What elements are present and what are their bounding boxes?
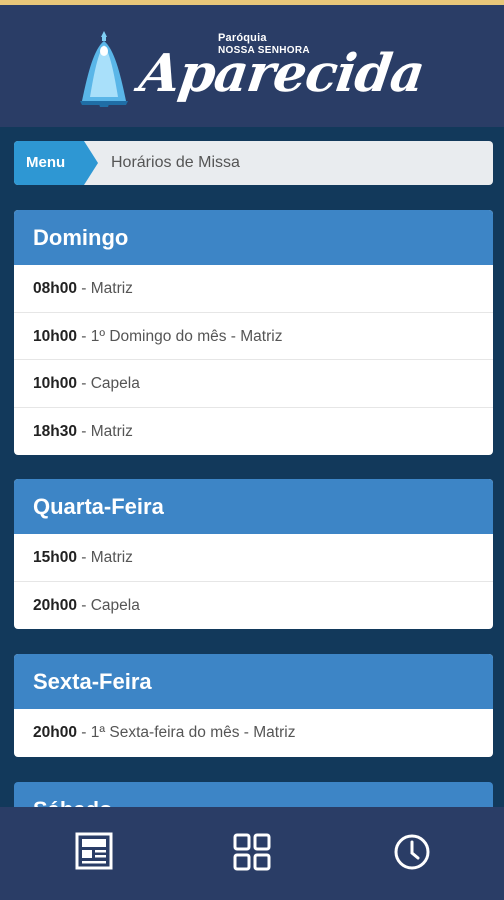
schedule-card-quarta: Quarta-Feira 15h00 - Matriz 20h00 - Cape…	[14, 479, 493, 629]
mass-time: 15h00	[33, 549, 77, 566]
main-content[interactable]: Menu Horários de Missa Domingo 08h00 - M…	[0, 127, 504, 807]
card-title: Sexta-Feira	[14, 654, 493, 709]
card-title: Sábado	[14, 782, 493, 807]
clock-icon[interactable]	[387, 827, 437, 877]
mass-location: - Matriz	[76, 422, 133, 440]
breadcrumb-arrow	[84, 141, 98, 185]
mass-time: 18h30	[33, 422, 77, 440]
logo-aparecida-text: Aparecida	[135, 43, 428, 104]
mass-location: - Capela	[76, 596, 140, 614]
schedule-card-sexta: Sexta-Feira 20h00 - 1ª Sexta-feira do mê…	[14, 654, 493, 757]
card-title: Quarta-Feira	[14, 479, 493, 534]
mass-time: 20h00	[33, 724, 77, 741]
app-header: Paróquia NOSSA SENHORA Aparecida	[0, 5, 504, 127]
breadcrumb: Menu Horários de Missa	[14, 141, 493, 185]
card-title: Domingo	[14, 210, 493, 265]
grid-icon[interactable]	[227, 827, 277, 877]
mass-time: 20h00	[33, 596, 77, 614]
list-item: 08h00 - Matriz	[14, 265, 493, 313]
our-lady-figure-icon	[76, 27, 132, 109]
mass-location: - 1ª Sexta-feira do mês - Matriz	[76, 724, 296, 741]
mass-location: - Matriz	[76, 280, 133, 297]
list-item: 10h00 - 1º Domingo do mês - Matriz	[14, 313, 493, 360]
list-item: 15h00 - Matriz	[14, 534, 493, 582]
list-item: 20h00 - 1ª Sexta-feira do mês - Matriz	[14, 709, 493, 757]
list-item: 10h00 - Capela	[14, 360, 493, 408]
schedule-card-sabado: Sábado	[14, 782, 493, 807]
mass-time: 08h00	[33, 280, 77, 297]
mass-time: 10h00	[33, 327, 77, 345]
breadcrumb-current-page: Horários de Missa	[111, 154, 240, 171]
mass-location: - 1º Domingo do mês - Matriz	[76, 327, 283, 345]
mass-location: - Capela	[76, 375, 140, 392]
bottom-navigation	[0, 807, 504, 900]
list-item: 20h00 - Capela	[14, 582, 493, 630]
breadcrumb-menu-link[interactable]: Menu	[14, 141, 84, 185]
mass-time: 10h00	[33, 375, 77, 392]
list-item: 18h30 - Matriz	[14, 408, 493, 456]
mass-location: - Matriz	[76, 549, 133, 566]
schedule-card-domingo: Domingo 08h00 - Matriz 10h00 - 1º Doming…	[14, 210, 493, 455]
news-icon[interactable]	[70, 827, 120, 877]
